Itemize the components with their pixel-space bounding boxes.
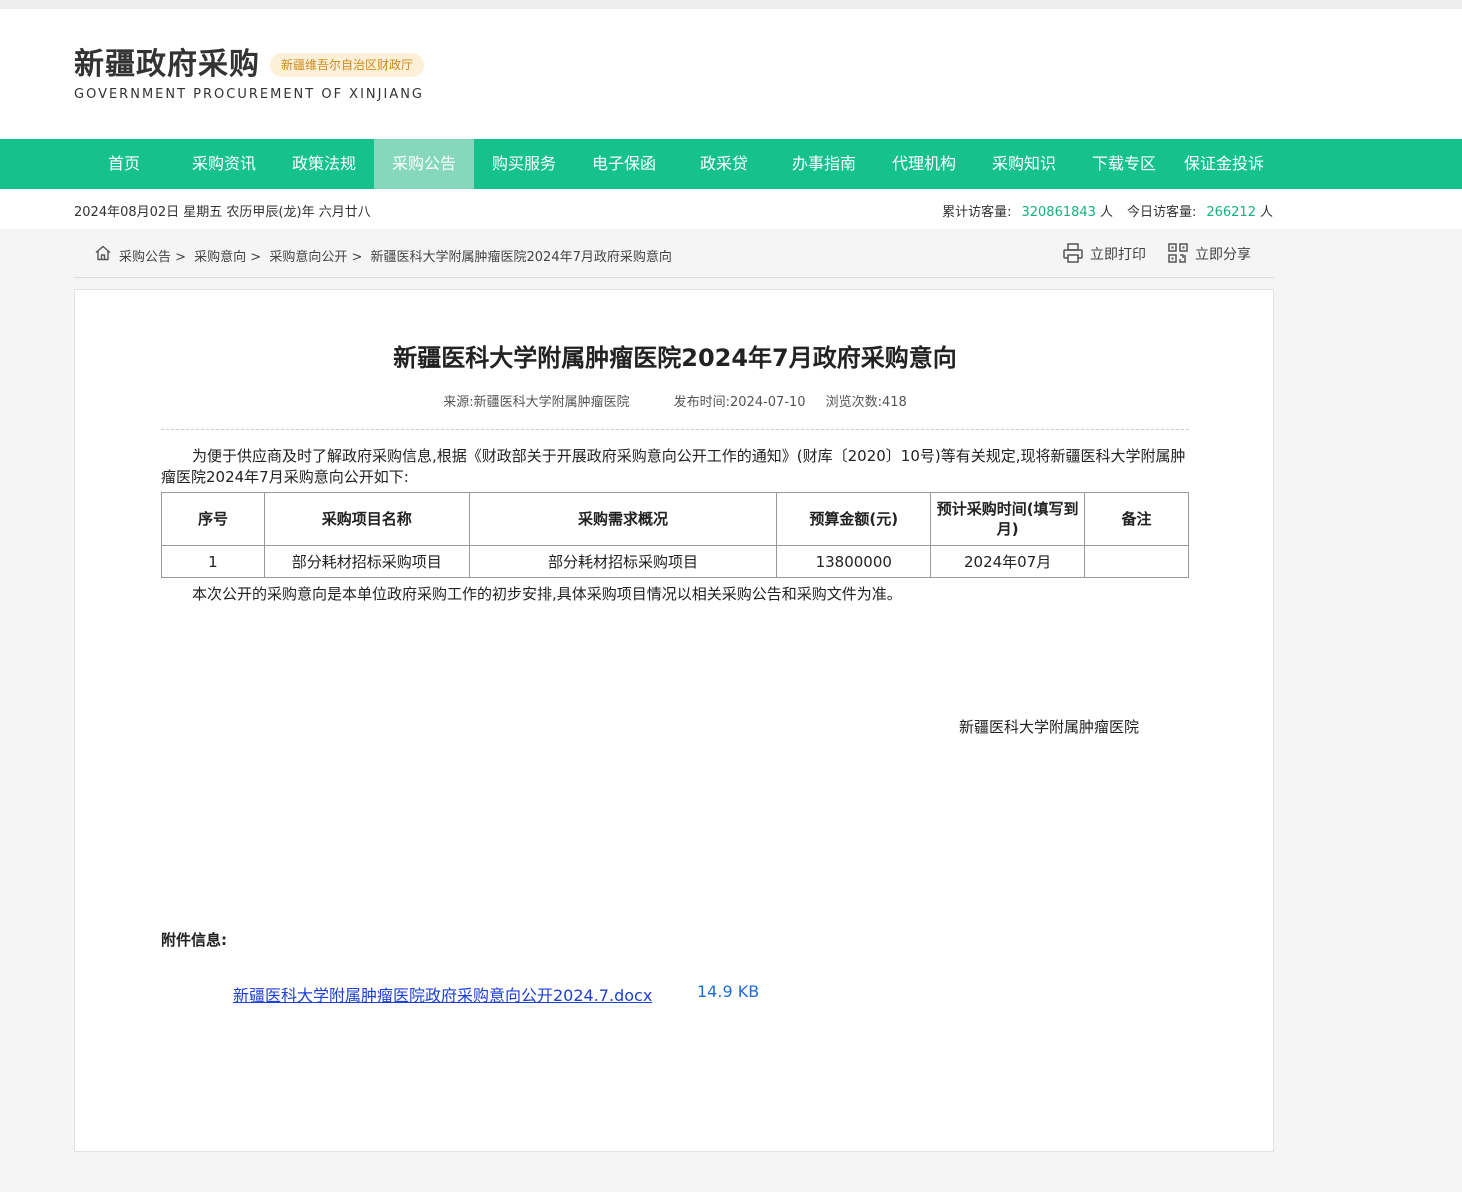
intention-table: 序号 采购项目名称 采购需求概况 预算金额(元) 预计采购时间(填写到月) 备注… <box>161 492 1189 578</box>
nav-item-e-guarantee[interactable]: 电子保函 <box>574 139 674 189</box>
department-badge: 新疆维吾尔自治区财政厅 <box>270 53 425 77</box>
table-header-cell: 采购需求概况 <box>468 492 778 546</box>
nav-item-services[interactable]: 购买服务 <box>474 139 574 189</box>
table-cell: 2024年07月 <box>930 545 1086 578</box>
article-panel: 新疆医科大学附属肿瘤医院2024年7月政府采购意向 来源:新疆医科大学附属肿瘤医… <box>74 289 1274 1152</box>
info-bar: 2024年08月02日 星期五 农历甲辰(龙)年 六月廿八 累计访客量: 3208… <box>0 189 1462 229</box>
breadcrumb-item[interactable]: 采购意向 > <box>194 250 261 265</box>
table-header-cell: 采购项目名称 <box>263 492 470 546</box>
table-header-row: 序号 采购项目名称 采购需求概况 预算金额(元) 预计采购时间(填写到月) 备注 <box>161 492 1189 546</box>
nav-item-downloads[interactable]: 下载专区 <box>1074 139 1174 189</box>
visitor-stats: 累计访客量: 320861843 人今日访客量: 266212 人 <box>942 201 1273 220</box>
breadcrumb-item[interactable]: 采购公告 > <box>119 250 186 265</box>
table-header-cell: 序号 <box>161 492 265 546</box>
attachment-size: 14.9 KB <box>697 982 760 1001</box>
share-label: 立即分享 <box>1195 247 1251 263</box>
table-row: 1 部分耗材招标采购项目 部分耗材招标采购项目 13800000 2024年07… <box>161 545 1189 578</box>
nav-item-knowledge[interactable]: 采购知识 <box>974 139 1074 189</box>
qr-code-icon <box>1168 243 1188 263</box>
breadcrumb-current: 新疆医科大学附属肿瘤医院2024年7月政府采购意向 <box>370 250 672 265</box>
intro-paragraph: 为便于供应商及时了解政府采购信息,根据《财政部关于开展政府采购意向公开工作的通知… <box>161 447 1186 486</box>
breadcrumb: 采购公告 > 采购意向 > 采购意向公开 > 新疆医科大学附属肿瘤医院2024年… <box>119 246 676 265</box>
attachment-heading: 附件信息: <box>161 931 227 949</box>
main-nav: 首页 采购资讯 政策法规 采购公告 购买服务 电子保函 政采贷 办事指南 代理机… <box>0 139 1462 189</box>
signer: 新疆医科大学附属肿瘤医院 <box>959 718 1140 736</box>
note-paragraph: 本次公开的采购意向是本单位政府采购工作的初步安排,具体采购项目情况以相关采购公告… <box>192 585 902 603</box>
total-visitors-value: 320861843 <box>1021 205 1096 220</box>
today-visitors-label: 今日访客量: <box>1126 205 1197 220</box>
nav-item-guide[interactable]: 办事指南 <box>774 139 874 189</box>
site-header: 新疆政府采购 新疆维吾尔自治区财政厅 GOVERNMENT PROCUREMEN… <box>0 9 1462 139</box>
total-visitors-unit: 人 <box>1099 205 1113 220</box>
print-label: 立即打印 <box>1090 247 1146 263</box>
attachment-link[interactable]: 新疆医科大学附属肿瘤医院政府采购意向公开2024.7.docx <box>233 982 652 1006</box>
article-published: 发布时间:2024-07-10 <box>673 395 806 410</box>
nav-item-home[interactable]: 首页 <box>74 139 174 189</box>
article-title: 新疆医科大学附属肿瘤医院2024年7月政府采购意向 <box>393 344 957 372</box>
table-cell: 1 <box>161 545 265 578</box>
table-header-cell: 预计采购时间(填写到月) <box>930 492 1086 546</box>
breadcrumb-bar: 采购公告 > 采购意向 > 采购意向公开 > 新疆医科大学附属肿瘤医院2024年… <box>74 229 1274 278</box>
nav-item-news[interactable]: 采购资讯 <box>174 139 274 189</box>
article-meta: 来源:新疆医科大学附属肿瘤医院 发布时间:2024-07-10 浏览次数:418 <box>75 391 1275 410</box>
divider <box>161 429 1189 430</box>
home-icon[interactable] <box>94 244 112 262</box>
article-views: 浏览次数:418 <box>825 395 907 410</box>
total-visitors-label: 累计访客量: <box>942 205 1012 220</box>
current-date: 2024年08月02日 星期五 农历甲辰(龙)年 六月廿八 <box>74 205 371 220</box>
site-logo[interactable]: 新疆政府采购 新疆维吾尔自治区财政厅 GOVERNMENT PROCUREMEN… <box>74 47 425 102</box>
article-source: 来源:新疆医科大学附属肿瘤医院 <box>443 395 630 410</box>
site-subtitle: GOVERNMENT PROCUREMENT OF XINJIANG <box>74 87 425 102</box>
nav-item-loan[interactable]: 政采贷 <box>674 139 774 189</box>
top-strip <box>0 0 1462 9</box>
table-header-cell: 备注 <box>1084 492 1189 546</box>
table-header-cell: 预算金额(元) <box>776 492 932 546</box>
nav-item-complaints[interactable]: 保证金投诉 <box>1174 139 1274 189</box>
nav-item-announcements[interactable]: 采购公告 <box>374 139 474 189</box>
table-cell <box>1084 545 1189 578</box>
breadcrumb-item[interactable]: 采购意向公开 > <box>269 250 362 265</box>
table-cell: 部分耗材招标采购项目 <box>468 545 778 578</box>
printer-icon <box>1063 243 1083 263</box>
table-cell: 部分耗材招标采购项目 <box>263 545 470 578</box>
today-visitors-value: 266212 <box>1206 205 1256 220</box>
today-visitors-unit: 人 <box>1259 205 1273 220</box>
nav-item-agencies[interactable]: 代理机构 <box>874 139 974 189</box>
nav-item-policy[interactable]: 政策法规 <box>274 139 374 189</box>
table-cell: 13800000 <box>776 545 932 578</box>
